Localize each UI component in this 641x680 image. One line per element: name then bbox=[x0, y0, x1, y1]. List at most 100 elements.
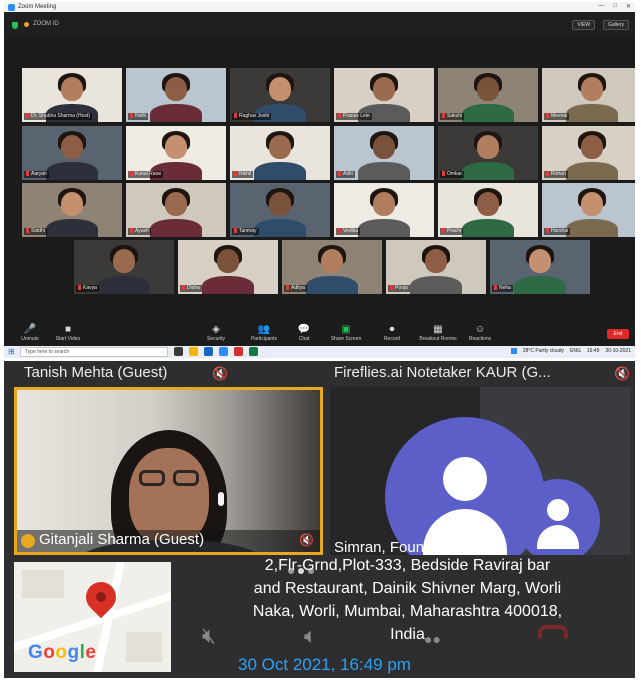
participant-tile[interactable]: Pranav Lele bbox=[334, 68, 434, 122]
meeting-id[interactable]: ZOOM ID bbox=[24, 21, 59, 27]
spotlight-video-tile[interactable]: Gitanjali Sharma (Guest) 🔇 bbox=[14, 387, 323, 555]
app-icon[interactable] bbox=[234, 347, 243, 356]
participant-tile[interactable]: Ayush bbox=[126, 183, 226, 237]
participant-name-label: Disha bbox=[180, 285, 202, 292]
avatar-video-tile[interactable] bbox=[330, 387, 631, 555]
participant-tile[interactable]: Aaryan bbox=[22, 126, 122, 180]
map-pin-center bbox=[96, 592, 106, 602]
browser-icon[interactable] bbox=[204, 347, 213, 356]
participant-name-label: Vedika bbox=[336, 228, 361, 235]
participant-tile[interactable]: Rohan bbox=[542, 126, 635, 180]
participant-tile[interactable]: Tanmay bbox=[230, 183, 330, 237]
muted-microphone-icon bbox=[130, 171, 133, 176]
muted-microphone-icon bbox=[442, 228, 445, 233]
weather-text[interactable]: 28°C Partly cloudy bbox=[523, 348, 564, 354]
muted-microphone-icon bbox=[442, 171, 445, 176]
security-button[interactable]: ◈ Security bbox=[192, 323, 240, 342]
participant-name: Nidhi bbox=[135, 113, 147, 119]
maximize-button[interactable]: □ bbox=[613, 3, 617, 10]
more-options-button[interactable]: ●● bbox=[424, 631, 441, 647]
record-button[interactable]: ⏺ Record bbox=[368, 323, 416, 342]
participant-face bbox=[269, 192, 291, 216]
windows-start-icon[interactable]: ⊞ bbox=[8, 348, 16, 356]
gallery-view-button[interactable]: Gallery bbox=[603, 20, 629, 30]
participant-face bbox=[373, 135, 395, 159]
participant-face bbox=[321, 249, 343, 273]
taskbar-search-input[interactable]: Type here to search bbox=[20, 347, 168, 357]
speaker-button[interactable]: 🔈︎ bbox=[304, 623, 317, 649]
breakout-rooms-button[interactable]: ▦ Breakout Rooms bbox=[414, 323, 462, 342]
participant-tile[interactable]: Siddhi bbox=[22, 183, 122, 237]
start-video-button[interactable]: ■ Start Video bbox=[44, 323, 92, 342]
clock-date[interactable]: 30-10-2021 bbox=[605, 348, 631, 354]
participant-name-label: Tanmay bbox=[232, 228, 259, 235]
zoom-app-icon[interactable] bbox=[219, 347, 228, 356]
end-meeting-button[interactable]: End bbox=[607, 329, 629, 339]
participant-name-label: Kavya bbox=[76, 285, 99, 292]
participant-tile[interactable]: Pooja bbox=[386, 240, 486, 294]
participant-face bbox=[373, 192, 395, 216]
participant-tile[interactable]: Vedika bbox=[334, 183, 434, 237]
participant-tile[interactable]: Neha bbox=[490, 240, 590, 294]
participant-name-label: Dr. Shubha Sharma (Host) bbox=[24, 113, 92, 120]
language-indicator[interactable]: ENG bbox=[570, 348, 581, 354]
participant-tile[interactable]: Aditi bbox=[334, 126, 434, 180]
participant-tile[interactable]: Kavya bbox=[74, 240, 174, 294]
participant-tile[interactable]: Sakshi bbox=[438, 68, 538, 122]
participant-face bbox=[61, 192, 83, 216]
participant-face bbox=[373, 77, 395, 101]
participant-tile[interactable]: Omkar bbox=[438, 126, 538, 180]
window-title: Zoom Meeting bbox=[18, 4, 57, 10]
file-explorer-icon[interactable] bbox=[189, 347, 198, 356]
record-label: Record bbox=[383, 336, 401, 342]
participant-tile[interactable]: Dr. Shubha Sharma (Host) bbox=[22, 68, 122, 122]
participant-face bbox=[165, 77, 187, 101]
view-button[interactable]: VIEW bbox=[572, 20, 595, 30]
participant-tile[interactable]: Raghav Joshi bbox=[230, 68, 330, 122]
end-call-phone-icon[interactable] bbox=[538, 625, 568, 639]
participant-body bbox=[566, 219, 618, 237]
task-view-icon[interactable] bbox=[174, 347, 183, 356]
meeting-info-bar: ZOOM ID VIEW Gallery bbox=[4, 12, 635, 38]
participant-name: Sakshi bbox=[447, 113, 463, 119]
share-screen-button[interactable]: ▣ Share Screen bbox=[322, 323, 370, 342]
muted-microphone-icon bbox=[130, 228, 133, 233]
participant-tile[interactable]: Nikhil bbox=[230, 126, 330, 180]
minimize-button[interactable]: — bbox=[598, 3, 604, 10]
participant-name: Omkar bbox=[447, 171, 462, 177]
self-view-avatar-icon[interactable] bbox=[516, 479, 600, 555]
participant-name: Raghav Joshi bbox=[239, 113, 270, 119]
avatar-body bbox=[537, 525, 579, 549]
participant-name-label: Ayush bbox=[128, 228, 151, 235]
composite-screenshot: Zoom Meeting — □ ✕ ZOOM ID VIEW Gallery … bbox=[0, 0, 641, 680]
mute-microphone-button[interactable]: 🔇︎ bbox=[202, 623, 216, 649]
participant-tile[interactable]: Aditya bbox=[282, 240, 382, 294]
participant-body bbox=[358, 219, 410, 237]
participant-tile[interactable]: Harshal bbox=[542, 183, 635, 237]
participant-tile[interactable]: Meenal bbox=[542, 68, 635, 122]
participant-face bbox=[61, 77, 83, 101]
system-tray: 28°C Partly cloudy ENG 16:49 30-10-2021 bbox=[510, 348, 631, 354]
participant-body bbox=[462, 104, 514, 122]
zoom-logo-icon bbox=[8, 3, 15, 11]
windows-taskbar: ⊞ Type here to search 28°C Partly cloudy… bbox=[4, 346, 635, 358]
clock-time[interactable]: 16:49 bbox=[587, 348, 600, 354]
participant-tile[interactable]: Kunal Rane bbox=[126, 126, 226, 180]
excel-icon[interactable] bbox=[249, 347, 258, 356]
muted-microphone-icon bbox=[182, 285, 185, 290]
close-button[interactable]: ✕ bbox=[626, 3, 631, 10]
participant-name-label: Harshal bbox=[544, 228, 571, 235]
participant-tile[interactable]: Prachi bbox=[438, 183, 538, 237]
participant-tile[interactable]: Disha bbox=[178, 240, 278, 294]
security-shield-icon[interactable] bbox=[12, 22, 18, 29]
participant-name: Aditi bbox=[343, 171, 353, 177]
participant-body bbox=[306, 276, 358, 294]
participant-name-label: Rohan bbox=[544, 171, 568, 178]
muted-microphone-icon: 🔇 bbox=[212, 366, 229, 381]
reactions-button[interactable]: ☺ Reactions bbox=[456, 323, 504, 342]
muted-microphone-icon bbox=[130, 113, 133, 118]
avatar-head bbox=[547, 499, 569, 521]
chat-button[interactable]: 💬 Chat bbox=[280, 323, 328, 342]
participant-tile[interactable]: Nidhi bbox=[126, 68, 226, 122]
muted-microphone-icon bbox=[442, 113, 445, 118]
